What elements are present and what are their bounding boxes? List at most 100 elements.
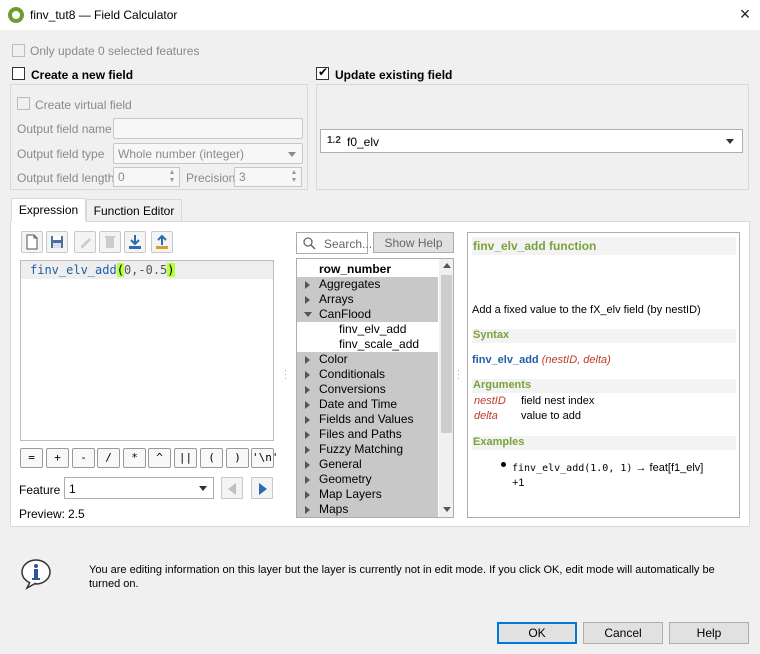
help-button[interactable]: Help bbox=[669, 622, 749, 644]
create-new-field-checkbox[interactable] bbox=[12, 67, 25, 80]
tree-item-group[interactable]: Conditionals bbox=[297, 367, 438, 382]
scrollbar-thumb[interactable] bbox=[441, 275, 452, 433]
new-file-icon[interactable] bbox=[21, 231, 43, 253]
example-code: finv_elv_add(1.0, 1) bbox=[512, 463, 633, 474]
chevron-right-icon[interactable] bbox=[305, 476, 310, 484]
tree-item-label: Files and Paths bbox=[319, 427, 402, 441]
tree-item-group[interactable]: General bbox=[297, 457, 438, 472]
tree-item-group[interactable]: Maps bbox=[297, 502, 438, 517]
info-icon bbox=[20, 558, 52, 590]
precision-spinbox[interactable]: 3 ▲ ▼ bbox=[234, 167, 302, 187]
operator-button[interactable]: ^ bbox=[148, 448, 171, 468]
chevron-right-icon[interactable] bbox=[305, 401, 310, 409]
operator-button[interactable]: + bbox=[46, 448, 69, 468]
spin-down-icon[interactable]: ▼ bbox=[289, 177, 299, 185]
examples-heading-bar: Examples bbox=[472, 436, 736, 450]
output-field-length-spinbox[interactable]: 0 ▲ ▼ bbox=[113, 167, 180, 187]
chevron-right-icon[interactable] bbox=[305, 461, 310, 469]
syntax-args: (nestID, delta) bbox=[541, 354, 611, 366]
operator-button[interactable]: * bbox=[123, 448, 146, 468]
tree-item-function[interactable]: finv_elv_add bbox=[297, 322, 438, 337]
function-tree[interactable]: row_number Aggregates Arrays CanFlood finv_e… bbox=[296, 258, 454, 518]
next-feature-button[interactable] bbox=[251, 477, 273, 499]
chevron-right-icon[interactable] bbox=[305, 386, 310, 394]
operator-button[interactable]: = bbox=[20, 448, 43, 468]
operator-button[interactable]: ) bbox=[226, 448, 249, 468]
tree-item-group[interactable]: Files and Paths bbox=[297, 427, 438, 442]
chevron-right-icon[interactable] bbox=[305, 296, 310, 304]
chevron-right-icon[interactable] bbox=[305, 416, 310, 424]
chevron-right-icon[interactable] bbox=[305, 281, 310, 289]
help-description: Add a fixed value to the fX_elv field (b… bbox=[472, 304, 701, 316]
chevron-right-icon[interactable] bbox=[305, 491, 310, 499]
preview-value: 2.5 bbox=[68, 507, 85, 521]
operator-button[interactable]: || bbox=[174, 448, 197, 468]
edit-mode-notice: You are editing information on this laye… bbox=[89, 564, 715, 590]
previous-feature-button[interactable] bbox=[221, 477, 243, 499]
tree-item-group[interactable]: Geometry bbox=[297, 472, 438, 487]
arrow-left-icon bbox=[228, 483, 236, 495]
output-field-type-select[interactable]: Whole number (integer) bbox=[113, 143, 303, 164]
operator-button[interactable]: ( bbox=[200, 448, 223, 468]
chevron-down-icon[interactable] bbox=[304, 312, 312, 317]
import-icon[interactable] bbox=[124, 231, 146, 253]
tree-item-label: Fields and Values bbox=[319, 412, 414, 426]
tree-item[interactable]: row_number bbox=[297, 262, 438, 277]
tab-expression[interactable]: Expression bbox=[11, 198, 86, 222]
tree-item-group[interactable]: Fuzzy Matching bbox=[297, 442, 438, 457]
only-update-checkbox[interactable] bbox=[12, 44, 25, 57]
bullet-icon bbox=[501, 462, 506, 467]
tree-item-group[interactable]: Conversions bbox=[297, 382, 438, 397]
existing-field-select[interactable]: 1.2 f0_elv bbox=[320, 129, 743, 153]
tree-item-group[interactable]: Date and Time bbox=[297, 397, 438, 412]
spin-up-icon[interactable]: ▲ bbox=[289, 169, 299, 177]
expression-args: 0,-0.5 bbox=[123, 263, 168, 277]
edit-icon bbox=[74, 231, 96, 253]
operator-button[interactable]: / bbox=[97, 448, 120, 468]
update-existing-field-checkbox[interactable] bbox=[316, 65, 329, 80]
feature-value: 1 bbox=[69, 482, 76, 496]
tree-item-label: Conversions bbox=[319, 382, 386, 396]
chevron-down-icon bbox=[288, 152, 296, 157]
tree-item-function[interactable]: finv_scale_add bbox=[297, 337, 438, 352]
tree-item-group[interactable]: CanFlood bbox=[297, 307, 438, 322]
chevron-right-icon[interactable] bbox=[305, 356, 310, 364]
chevron-right-icon[interactable] bbox=[305, 371, 310, 379]
syntax-fn: finv_elv_add bbox=[472, 354, 539, 366]
tree-item-group[interactable]: Map Layers bbox=[297, 487, 438, 502]
spin-down-icon[interactable]: ▼ bbox=[167, 177, 177, 185]
chevron-right-icon[interactable] bbox=[305, 446, 310, 454]
feature-select[interactable]: 1 bbox=[64, 477, 214, 499]
create-virtual-field-checkbox[interactable] bbox=[17, 97, 30, 110]
export-icon[interactable] bbox=[151, 231, 173, 253]
chevron-right-icon[interactable] bbox=[305, 506, 310, 514]
tree-scrollbar[interactable] bbox=[439, 259, 453, 517]
cancel-button[interactable]: Cancel bbox=[583, 622, 663, 644]
chevron-right-icon[interactable] bbox=[305, 431, 310, 439]
title-bar: finv_tut8 — Field Calculator × bbox=[0, 0, 760, 30]
tree-item-group[interactable]: Color bbox=[297, 352, 438, 367]
tree-content: row_number Aggregates Arrays CanFlood finv_e… bbox=[297, 260, 438, 517]
show-help-button[interactable]: Show Help bbox=[373, 232, 454, 253]
tree-item-group[interactable]: Arrays bbox=[297, 292, 438, 307]
operator-button[interactable]: '\n' bbox=[251, 448, 279, 468]
tab-function-editor[interactable]: Function Editor bbox=[86, 199, 182, 222]
splitter-handle-icon[interactable]: · · · bbox=[457, 366, 460, 383]
tree-item-group[interactable]: Aggregates bbox=[297, 277, 438, 292]
tree-item-group[interactable]: Fields and Values bbox=[297, 412, 438, 427]
scroll-up-icon[interactable] bbox=[443, 263, 451, 268]
save-icon[interactable] bbox=[46, 231, 68, 253]
create-new-field-label: Create a new field bbox=[31, 68, 134, 82]
output-field-name-input[interactable] bbox=[113, 118, 303, 139]
operator-button[interactable]: - bbox=[72, 448, 95, 468]
output-field-length-label: Output field length bbox=[17, 171, 115, 185]
scroll-down-icon[interactable] bbox=[443, 507, 451, 512]
close-icon[interactable]: × bbox=[736, 4, 754, 24]
spin-up-icon[interactable]: ▲ bbox=[167, 169, 177, 177]
search-input[interactable]: Search... bbox=[296, 232, 372, 254]
expression-editor[interactable]: finv_elv_add(0,-0.5) bbox=[20, 260, 274, 441]
qgis-logo-icon bbox=[8, 7, 24, 23]
argument-desc: value to add bbox=[521, 410, 581, 422]
ok-button[interactable]: OK bbox=[497, 622, 577, 644]
splitter-handle-icon[interactable]: · · · bbox=[284, 366, 287, 383]
